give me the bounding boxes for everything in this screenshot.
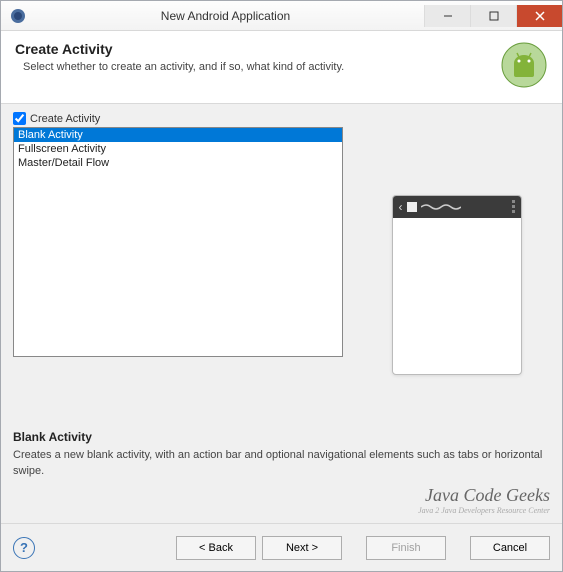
titlebar-buttons: [424, 5, 562, 27]
create-activity-checkbox[interactable]: [13, 112, 26, 125]
help-icon[interactable]: ?: [13, 537, 35, 559]
create-activity-checkbox-row: Create Activity: [13, 112, 550, 125]
main-area: Blank Activity Fullscreen Activity Maste…: [13, 127, 550, 422]
list-item[interactable]: Blank Activity: [14, 128, 342, 142]
finish-button[interactable]: Finish: [366, 536, 446, 560]
back-chevron-icon: ‹: [399, 200, 403, 214]
description-text: Creates a new blank activity, with an ac…: [13, 448, 550, 479]
next-button[interactable]: Next >: [262, 536, 342, 560]
watermark-sub: Java 2 Java Developers Resource Center: [13, 506, 550, 515]
cancel-button[interactable]: Cancel: [470, 536, 550, 560]
maximize-button[interactable]: [470, 5, 516, 27]
activity-type-list[interactable]: Blank Activity Fullscreen Activity Maste…: [13, 127, 343, 357]
close-button[interactable]: [516, 5, 562, 27]
app-icon-placeholder: [407, 202, 417, 212]
page-title: Create Activity: [15, 41, 500, 57]
create-activity-label[interactable]: Create Activity: [30, 113, 100, 125]
overflow-menu-icon: [512, 200, 515, 213]
list-item[interactable]: Fullscreen Activity: [14, 142, 342, 156]
phone-mockup: ‹: [392, 195, 522, 375]
android-icon: [500, 41, 548, 89]
activity-description: Blank Activity Creates a new blank activ…: [13, 430, 550, 479]
list-item[interactable]: Master/Detail Flow: [14, 156, 342, 170]
action-bar-preview: ‹: [393, 196, 521, 218]
back-button[interactable]: < Back: [176, 536, 256, 560]
wizard-footer: ? < Back Next > Finish Cancel: [1, 523, 562, 571]
app-icon: [9, 7, 27, 25]
wizard-header: Create Activity Select whether to create…: [1, 31, 562, 104]
description-title: Blank Activity: [13, 430, 550, 444]
titlebar: New Android Application: [1, 1, 562, 31]
activity-preview: ‹: [363, 127, 550, 422]
window-title: New Android Application: [27, 9, 424, 23]
wizard-window: New Android Application Create Activity …: [0, 0, 563, 572]
watermark-text: Java Code Geeks: [425, 485, 550, 505]
title-wave-icon: [421, 200, 508, 214]
watermark: Java Code Geeks Java 2 Java Developers R…: [13, 485, 550, 515]
wizard-content: Create Activity Blank Activity Fullscree…: [1, 104, 562, 523]
page-subtitle: Select whether to create an activity, an…: [23, 61, 500, 73]
minimize-button[interactable]: [424, 5, 470, 27]
